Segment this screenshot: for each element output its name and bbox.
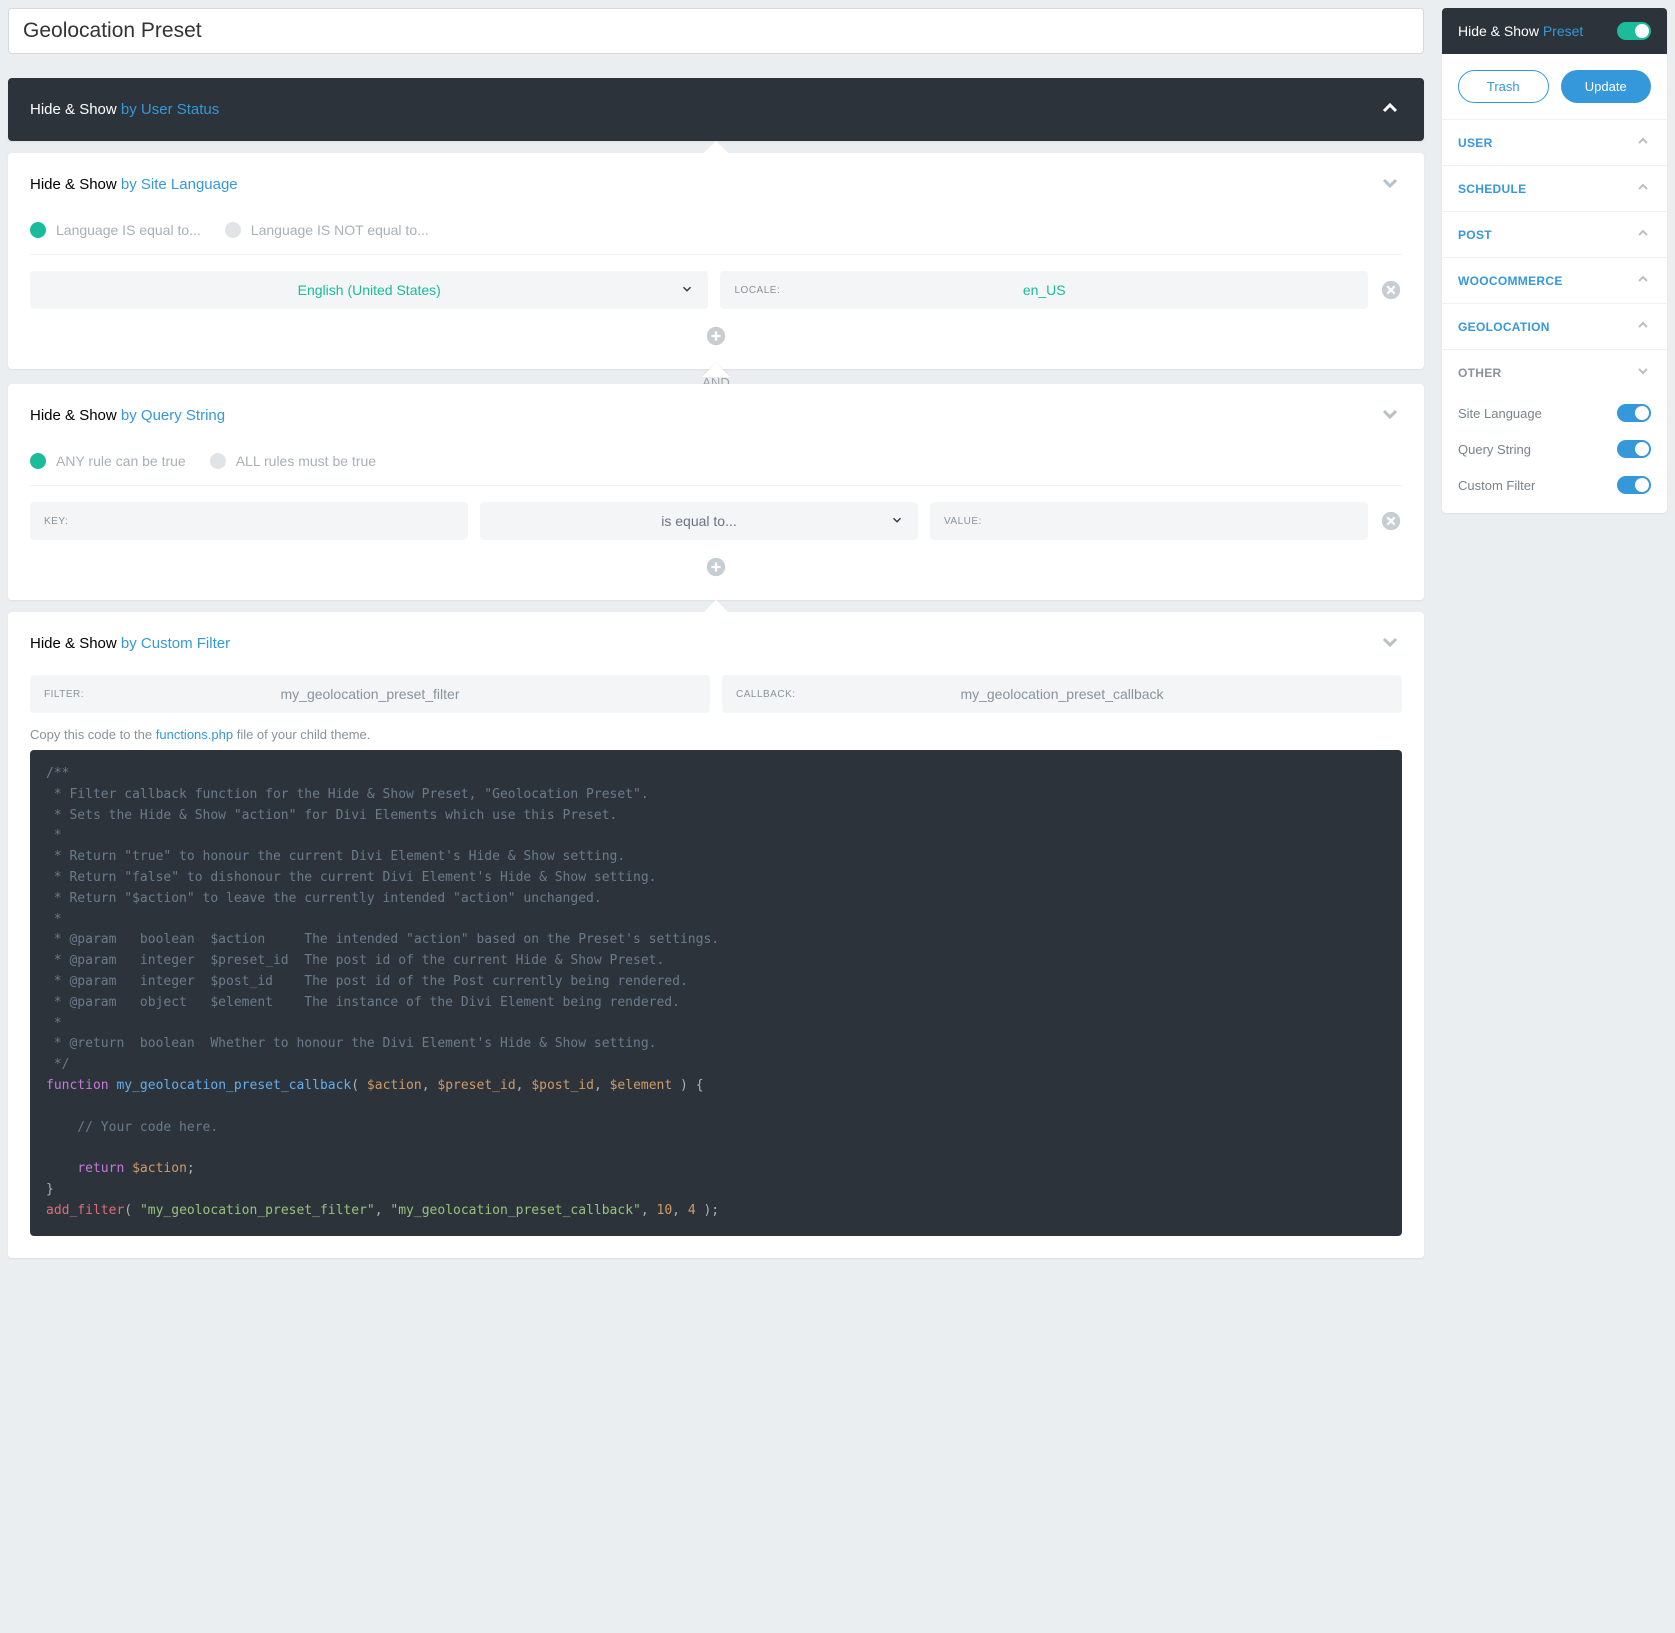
site-lang-radio-row: Language IS equal to... Language IS NOT … [30,216,1402,255]
section-woo-title: WOOCOMMERCE [1458,274,1563,288]
chevron-up-icon [1635,317,1651,336]
query-prefix: Hide & Show [30,407,117,424]
chevron-up-icon [1635,271,1651,290]
chevron-down-icon[interactable] [1378,402,1402,429]
radio-off-icon [225,222,241,238]
filter-field[interactable]: FILTER: my_geolocation_preset_filter [30,675,710,713]
key-label: KEY: [44,516,68,527]
radio-on-icon [30,222,46,238]
update-button[interactable]: Update [1561,70,1652,103]
other-custom-label: Custom Filter [1458,478,1535,493]
locale-value: en_US [734,282,1354,298]
other-custom-filter: Custom Filter [1458,467,1651,503]
callback-field[interactable]: CALLBACK: my_geolocation_preset_callback [722,675,1402,713]
chevron-up-icon [1635,133,1651,152]
radio-on-icon [30,453,46,469]
section-user-title: USER [1458,136,1493,150]
all-rules-option[interactable]: ALL rules must be true [210,453,376,469]
filter-label: FILTER: [44,689,84,700]
side-panel: Hide & Show Preset Trash Update USER SCH… [1442,8,1667,513]
caret-down-icon [890,513,904,530]
site-language-header[interactable]: Hide & Show by Site Language [8,153,1424,216]
section-user-header[interactable]: USER [1442,120,1667,165]
value-field[interactable]: VALUE: [930,502,1368,540]
preset-toggle[interactable] [1617,22,1651,40]
chevron-up-icon [1635,179,1651,198]
chevron-down-icon[interactable] [1378,171,1402,198]
lang-is-option[interactable]: Language IS equal to... [30,222,201,238]
chevron-up-icon[interactable] [1378,96,1402,123]
side-header-prefix: Hide & Show [1458,23,1539,39]
custom-filter-header[interactable]: Hide & Show by Custom Filter [8,612,1424,675]
functions-link[interactable]: functions.php [156,727,233,742]
custom-prefix: Hide & Show [30,635,117,652]
other-query-label: Query String [1458,442,1531,457]
query-string-toggle[interactable] [1617,440,1651,458]
operator-select[interactable]: is equal to... [480,502,918,540]
query-radio-row: ANY rule can be true ALL rules must be t… [30,447,1402,486]
user-status-card: Hide & Show by User Status [8,78,1424,141]
custom-by: by Custom Filter [121,635,230,652]
section-other-title: OTHER [1458,366,1502,380]
site-lang-rule-row: English (United States) LOCALE: en_US [30,271,1402,309]
language-select[interactable]: English (United States) [30,271,708,309]
section-other-header[interactable]: OTHER [1442,350,1667,395]
any-rule-label: ANY rule can be true [56,453,186,469]
helper-text: Copy this code to the functions.php file… [30,727,1402,742]
caret-down-icon [680,282,694,299]
locale-field[interactable]: LOCALE: en_US [720,271,1368,309]
query-by: by Query String [121,407,225,424]
helper-post: file of your child theme. [233,727,370,742]
remove-rule-button[interactable] [1380,510,1402,532]
section-post-header[interactable]: POST [1442,212,1667,257]
code-block: /** * Filter callback function for the H… [30,750,1402,1236]
operator-value: is equal to... [661,513,737,529]
preset-title-input[interactable] [8,8,1424,54]
other-site-language: Site Language [1458,395,1651,431]
site-language-card: Hide & Show by Site Language Language IS… [8,153,1424,369]
custom-filter-toggle[interactable] [1617,476,1651,494]
section-woo-header[interactable]: WOOCOMMERCE [1442,258,1667,303]
site-language-toggle[interactable] [1617,404,1651,422]
trash-button[interactable]: Trash [1458,70,1549,103]
site-lang-prefix: Hide & Show [30,176,117,193]
other-site-lang-label: Site Language [1458,406,1542,421]
add-rule-button[interactable] [30,552,1402,578]
chevron-up-icon [1635,225,1651,244]
language-select-value: English (United States) [298,282,441,298]
chevron-down-icon[interactable] [1378,630,1402,657]
helper-pre: Copy this code to the [30,727,156,742]
section-geo-header[interactable]: GEOLOCATION [1442,304,1667,349]
custom-filter-card: Hide & Show by Custom Filter FILTER: my_… [8,612,1424,1258]
section-post-title: POST [1458,228,1492,242]
add-rule-button[interactable] [30,321,1402,347]
value-label: VALUE: [944,516,982,527]
lang-is-label: Language IS equal to... [56,222,201,238]
filter-value: my_geolocation_preset_filter [44,686,696,702]
key-field[interactable]: KEY: [30,502,468,540]
section-schedule-header[interactable]: SCHEDULE [1442,166,1667,211]
lang-not-option[interactable]: Language IS NOT equal to... [225,222,429,238]
side-header: Hide & Show Preset [1442,8,1667,54]
all-rules-label: ALL rules must be true [236,453,376,469]
user-status-header[interactable]: Hide & Show by User Status [8,78,1424,141]
callback-label: CALLBACK: [736,689,796,700]
any-rule-option[interactable]: ANY rule can be true [30,453,186,469]
query-rule-row: KEY: is equal to... VALUE: [30,502,1402,540]
radio-off-icon [210,453,226,469]
remove-rule-button[interactable] [1380,279,1402,301]
query-string-card: Hide & Show by Query String ANY rule can… [8,384,1424,600]
user-status-prefix: Hide & Show [30,101,117,118]
section-schedule-title: SCHEDULE [1458,182,1526,196]
query-string-header[interactable]: Hide & Show by Query String [8,384,1424,447]
side-header-accent: Preset [1543,23,1583,39]
section-geo-title: GEOLOCATION [1458,320,1550,334]
callback-value: my_geolocation_preset_callback [736,686,1388,702]
chevron-down-icon [1635,363,1651,382]
locale-label: LOCALE: [734,285,780,296]
site-lang-by: by Site Language [121,176,238,193]
user-status-by: by User Status [121,101,219,118]
other-query-string: Query String [1458,431,1651,467]
lang-not-label: Language IS NOT equal to... [251,222,429,238]
